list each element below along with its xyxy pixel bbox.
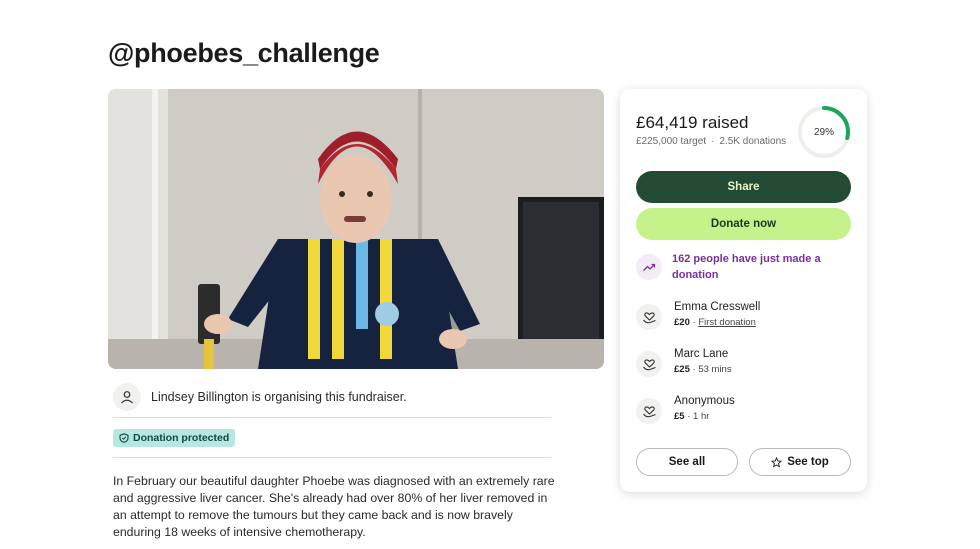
page-title: @phoebes_challenge [108, 38, 380, 68]
donation-item: Marc Lane £25 · 53 mins [636, 347, 732, 377]
trend-text: 162 people have just made a donation [672, 253, 821, 281]
donor-name: Anonymous [674, 395, 735, 407]
target-amount: £225,000 target [636, 136, 707, 147]
user-icon [113, 382, 141, 411]
organiser-text: Lindsey Billington is organising this fu… [151, 389, 407, 404]
donation-item: Emma Cresswell £20 · First donation [636, 300, 760, 330]
heart-hand-icon [636, 304, 662, 330]
donation-card: £64,419 raised £225,000 target · 2.5K dona… [620, 89, 867, 492]
trending-up-icon [636, 254, 662, 280]
protection-row: Donation protected [113, 418, 551, 458]
shield-icon [119, 432, 129, 443]
donation-amount: £5 [674, 411, 685, 422]
donate-now-button[interactable]: Donate now [636, 208, 851, 240]
donation-amount: £20 [674, 317, 690, 328]
heart-hand-icon [636, 398, 662, 424]
amount-raised: £64,419 raised [636, 113, 749, 132]
donation-protected-badge[interactable]: Donation protected [113, 428, 236, 447]
donation-time: 53 mins [698, 364, 732, 375]
donation-amount: £25 [674, 364, 690, 375]
first-donation-link[interactable]: First donation [698, 317, 756, 328]
donations-count: 2.5K donations [719, 136, 787, 147]
donation-item: Anonymous £5 · 1 hr [636, 394, 735, 424]
organiser-row: Lindsey Billington is organising this fu… [113, 380, 551, 418]
progress-percent: 29% [813, 126, 834, 138]
donor-name: Marc Lane [674, 348, 729, 360]
story-text: In February our beautiful daughter Phoeb… [113, 474, 555, 539]
star-icon [771, 456, 783, 468]
see-top-button[interactable]: See top [749, 448, 851, 476]
donation-time: 1 hr [693, 411, 710, 422]
target-line: £225,000 target · 2.5K donations [636, 136, 787, 147]
heart-hand-icon [636, 351, 662, 377]
badge-label: Donation protected [133, 431, 230, 444]
share-button[interactable]: Share [636, 171, 851, 203]
recent-donations-trend: 162 people have just made a donation [636, 251, 832, 283]
donor-name: Emma Cresswell [674, 301, 761, 313]
see-top-label: See top [787, 456, 829, 468]
fundraiser-photo [108, 89, 604, 369]
see-all-button[interactable]: See all [636, 448, 738, 476]
